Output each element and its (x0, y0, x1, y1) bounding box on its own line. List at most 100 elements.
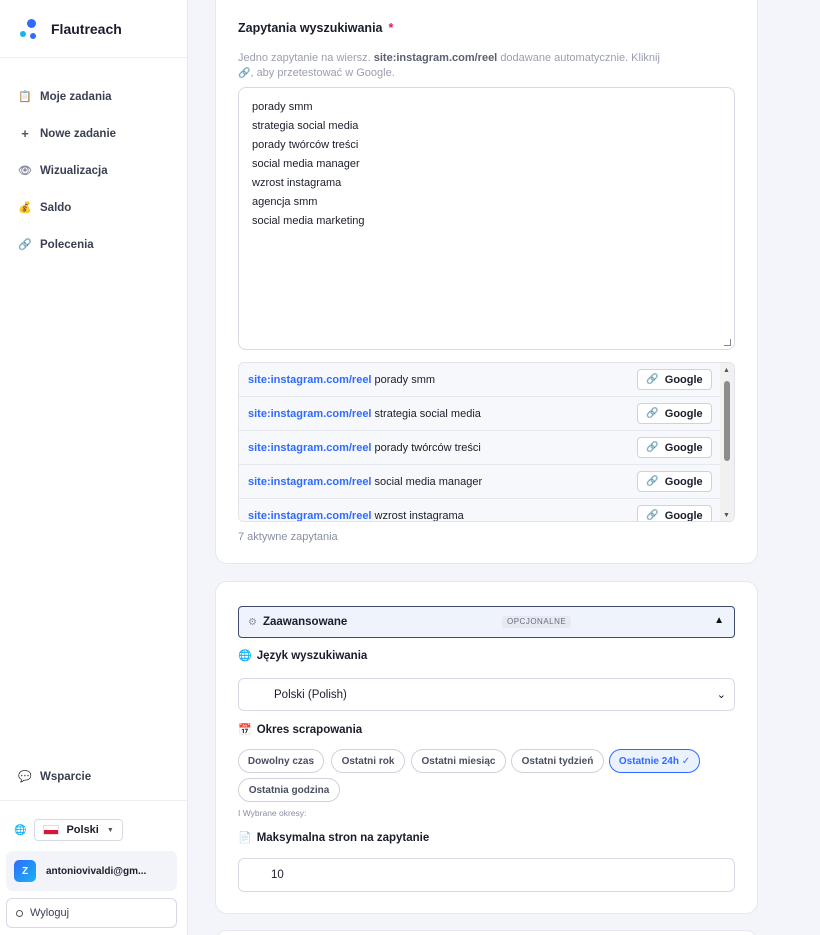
period-chip-hour[interactable]: Ostatnia godzina (238, 778, 340, 802)
query-line: agencja smm (252, 196, 318, 208)
preview-site: site:instagram.com/reel (248, 441, 372, 454)
plus-icon: + (21, 126, 29, 141)
scroll-down-icon[interactable]: ▼ (723, 512, 730, 519)
preview-scrollbar[interactable]: ▲ ▼ (720, 363, 734, 521)
logout-button[interactable]: Wyloguj (6, 898, 177, 928)
logo-icon (18, 18, 38, 39)
language-label: Polski (66, 824, 99, 836)
advanced-title: Zaawansowane (262, 616, 348, 628)
language-row: 🌐 Polski ▼ (0, 801, 187, 841)
sidebar-item-polecenia[interactable]: 🔗 Polecenia (0, 226, 187, 263)
query-line: strategia social media (252, 120, 359, 132)
google-label: Google (664, 509, 703, 522)
user-card[interactable]: Z antoniovivaldi@gm... (6, 851, 177, 891)
link-icon: 🔗 (646, 374, 659, 385)
google-test-button[interactable]: 🔗 Google (637, 437, 712, 458)
search-language-select[interactable]: Polski (Polish) ⌄ (238, 678, 735, 711)
preview-query: social media manager (374, 475, 483, 488)
scroll-thumb[interactable] (724, 381, 730, 461)
period-chip-24h[interactable]: Ostatnie 24h ✓ (609, 749, 700, 773)
queries-card: Zapytania wyszukiwania * Jedno zapytanie … (215, 0, 758, 564)
max-pages-input[interactable]: 10 (238, 858, 735, 892)
preview-row: site:instagram.com/reel wzrost instagrama… (239, 499, 734, 522)
link-icon: 🔗 (238, 68, 251, 79)
queries-title: Zapytania wyszukiwania * (238, 21, 394, 35)
advanced-toggle[interactable]: ⚙ Zaawansowane OPCJONALNE ▲ (238, 606, 735, 638)
preview-site: site:instagram.com/reel (248, 509, 372, 522)
query-line: wzrost instagrama (252, 177, 342, 189)
preview-row: site:instagram.com/reel porady twórców tr… (239, 431, 734, 465)
language-select[interactable]: Polski ▼ (34, 819, 123, 841)
query-line: porady smm (252, 101, 313, 113)
resize-handle[interactable] (724, 339, 731, 346)
advanced-card: ⚙ Zaawansowane OPCJONALNE ▲ 🌐 Język wysz… (215, 581, 758, 914)
sidebar-item-label: Saldo (40, 201, 72, 214)
avatar: Z (14, 860, 36, 882)
max-pages-label: 📄 Maksymalna stron na zapytanie (238, 831, 430, 845)
queries-textarea[interactable]: porady smm strategia social media porady t… (238, 87, 735, 350)
google-test-button[interactable]: 🔗 Google (637, 505, 712, 522)
poland-flag-icon (43, 825, 60, 835)
eye-icon: 👁 (18, 165, 32, 177)
logout-label: Wyloguj (30, 907, 70, 919)
logout-icon (16, 909, 23, 917)
query-line: porady twórców treści (252, 139, 359, 151)
query-line: social media manager (252, 158, 360, 170)
chevron-down-icon: ⌄ (716, 689, 726, 701)
sidebar-nav: 📋 Moje zadania + Nowe zadanie 👁 Wizualiz… (0, 78, 187, 263)
active-queries-count: 7 aktywne zapytania (238, 531, 338, 543)
brand[interactable]: Flautreach (0, 0, 187, 58)
link-icon: 🔗 (646, 408, 659, 419)
sidebar-item-nowe-zadanie[interactable]: + Nowe zadanie (0, 115, 187, 152)
preview-site: site:instagram.com/reel (248, 407, 372, 420)
caret-down-icon: ▼ (106, 826, 114, 834)
preview-site: site:instagram.com/reel (248, 373, 372, 386)
sidebar-footer: 🌐 Polski ▼ Z antoniovivaldi@gm... Wylogu… (0, 800, 187, 928)
preview-query: strategia social media (374, 407, 481, 420)
preview-query: wzrost instagrama (374, 509, 464, 522)
sidebar-item-wsparcie[interactable]: 💬 Wsparcie (0, 758, 187, 795)
sidebar-item-label: Nowe zadanie (40, 127, 117, 140)
money-bag-icon: 💰 (18, 202, 32, 214)
queries-hint: Jedno zapytanie na wiersz. site:instagra… (238, 52, 660, 79)
brand-name: Flautreach (51, 20, 122, 37)
selected-periods-note: I Wybrane okresy: (238, 808, 307, 818)
preview-row: site:instagram.com/reel porady smm 🔗 Google (239, 363, 734, 397)
period-chip-week[interactable]: Ostatni tydzień (511, 749, 604, 773)
sidebar-item-wizualizacja[interactable]: 👁 Wizualizacja (0, 152, 187, 189)
google-test-button[interactable]: 🔗 Google (637, 471, 712, 492)
link-icon: 🔗 (646, 442, 659, 453)
preview-query: porady twórców treści (374, 441, 481, 454)
calendar-icon: 📅 (238, 724, 252, 736)
language-section-label: 🌐 Język wyszukiwania (238, 649, 368, 663)
period-chip-month[interactable]: Ostatni miesiąc (411, 749, 506, 773)
sidebar-item-moje-zadania[interactable]: 📋 Moje zadania (0, 78, 187, 115)
preview-row: site:instagram.com/reel strategia social … (239, 397, 734, 431)
google-test-button[interactable]: 🔗 Google (637, 369, 712, 390)
period-chip-year[interactable]: Ostatni rok (331, 749, 405, 773)
period-chip-any[interactable]: Dowolny czas (238, 749, 324, 773)
query-line: social media marketing (252, 215, 365, 227)
search-language-value: Polski (Polish) (274, 688, 347, 701)
globe-icon: 🌐 (238, 650, 252, 662)
preview-site: site:instagram.com/reel (248, 475, 372, 488)
gear-icon: ⚙ (248, 616, 257, 628)
google-label: Google (664, 441, 703, 454)
sidebar-item-saldo[interactable]: 💰 Saldo (0, 189, 187, 226)
link-icon: 🔗 (646, 476, 659, 487)
sidebar: Flautreach 📋 Moje zadania + Nowe zadanie… (0, 0, 188, 935)
next-card (215, 930, 758, 935)
google-label: Google (664, 475, 703, 488)
scroll-up-icon[interactable]: ▲ (723, 367, 730, 374)
google-test-button[interactable]: 🔗 Google (637, 403, 712, 424)
sidebar-item-label: Wizualizacja (40, 164, 108, 177)
queries-preview-list: site:instagram.com/reel porady smm 🔗 Google… (238, 362, 735, 522)
hint-site: site:instagram.com/reel (373, 52, 498, 64)
user-email: antoniovivaldi@gm... (46, 865, 147, 877)
max-pages-value: 10 (271, 869, 284, 881)
globe-icon: 🌐 (14, 824, 27, 836)
preview-query: porady smm (374, 373, 436, 386)
sidebar-item-label: Moje zadania (40, 90, 112, 103)
required-mark: * (388, 21, 394, 35)
document-icon: 📄 (238, 832, 252, 844)
